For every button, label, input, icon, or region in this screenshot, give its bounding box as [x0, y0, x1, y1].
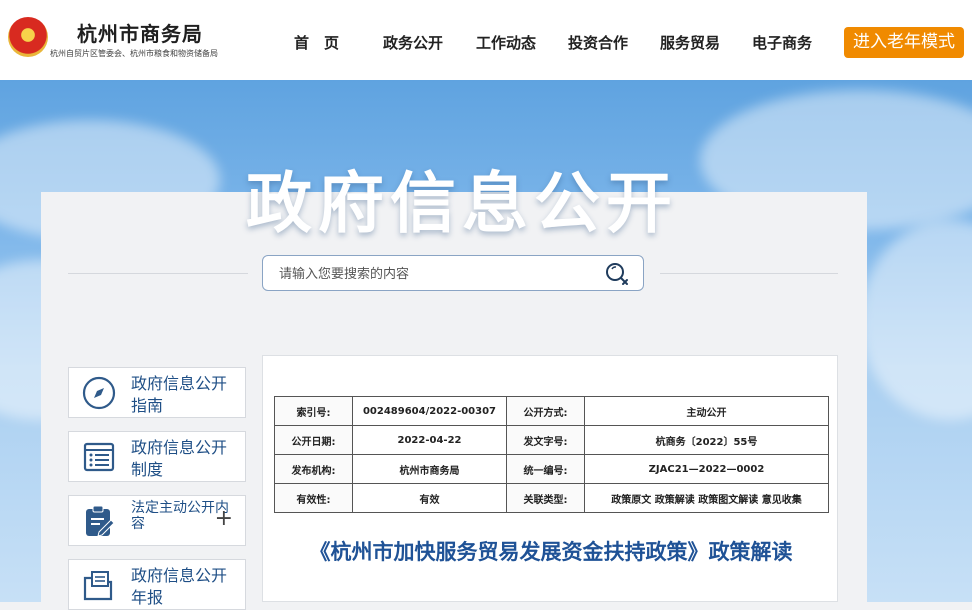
sidebar-item-label: 政府信息公开制度	[131, 438, 228, 479]
meta-key: 发布机构:	[274, 454, 353, 484]
meta-value: 杭州市商务局	[352, 454, 507, 484]
sidebar-item-label: 政府信息公开指南	[131, 374, 228, 415]
meta-value: 杭商务〔2022〕55号	[584, 425, 829, 455]
sidebar-item-annual-report[interactable]: 政府信息公开年报	[68, 559, 246, 610]
site-name[interactable]: 杭州市商务局	[77, 18, 203, 47]
page-title: 政府信息公开	[246, 165, 678, 242]
compass-icon	[82, 376, 116, 410]
table-row: 发布机构: 杭州市商务局 统一编号: ZJAC21—2022—0002	[274, 454, 829, 484]
divider-right	[660, 273, 838, 274]
nav-work-news[interactable]: 工作动态	[476, 32, 536, 53]
sidebar-item-system[interactable]: 政府信息公开制度	[68, 431, 246, 482]
meta-key: 公开方式:	[506, 396, 585, 426]
document-title: 《杭州市加快服务贸易发展资金扶持政策》政策解读	[309, 540, 793, 564]
divider-left	[68, 273, 248, 274]
search-box	[262, 255, 644, 291]
search-icon[interactable]	[603, 260, 633, 288]
table-row: 有效性: 有效 关联类型: 政策原文 政策解读 政策图文解读 意见收集	[274, 483, 829, 513]
meta-value: 002489604/2022-00307	[352, 396, 507, 426]
table-row: 公开日期: 2022-04-22 发文字号: 杭商务〔2022〕55号	[274, 425, 829, 455]
nav-government-affairs[interactable]: 政务公开	[383, 32, 443, 53]
list-document-icon	[82, 440, 116, 474]
site-subtitle: 杭州自贸片区管委会、杭州市粮食和物资储备局	[50, 49, 218, 58]
meta-value: 主动公开	[584, 396, 829, 426]
document-meta-table: 索引号: 002489604/2022-00307 公开方式: 主动公开 公开日…	[274, 396, 829, 513]
meta-value: 有效	[352, 483, 507, 513]
meta-key: 有效性:	[274, 483, 353, 513]
meta-key: 公开日期:	[274, 425, 353, 455]
nav-service-trade[interactable]: 服务贸易	[660, 32, 720, 53]
expand-plus-icon[interactable]: +	[215, 508, 233, 530]
national-emblem-icon	[8, 17, 48, 57]
meta-value: ZJAC21—2022—0002	[584, 454, 829, 484]
sidebar-item-label: 政府信息公开年报	[131, 566, 228, 607]
search-input[interactable]	[277, 264, 581, 284]
sidebar-item-statutory[interactable]: 法定主动公开内容 +	[68, 495, 246, 546]
elder-mode-button[interactable]: 进入老年模式	[844, 27, 964, 58]
nav-home[interactable]: 首 页	[294, 32, 339, 53]
meta-value: 2022-04-22	[352, 425, 507, 455]
table-row: 索引号: 002489604/2022-00307 公开方式: 主动公开	[274, 396, 829, 426]
site-header: 杭州市商务局 杭州自贸片区管委会、杭州市粮食和物资储备局 首 页 政务公开 工作…	[0, 0, 972, 80]
document-panel: 索引号: 002489604/2022-00307 公开方式: 主动公开 公开日…	[262, 355, 838, 602]
folder-document-icon	[82, 568, 116, 602]
nav-e-commerce[interactable]: 电子商务	[752, 32, 812, 53]
meta-key: 统一编号:	[506, 454, 585, 484]
meta-key: 关联类型:	[506, 483, 585, 513]
sidebar-item-guide[interactable]: 政府信息公开指南	[68, 367, 246, 418]
nav-investment[interactable]: 投资合作	[568, 32, 628, 53]
meta-key: 发文字号:	[506, 425, 585, 455]
clipboard-edit-icon	[82, 504, 116, 538]
meta-key: 索引号:	[274, 396, 353, 426]
meta-value-related-links[interactable]: 政策原文 政策解读 政策图文解读 意见收集	[584, 483, 829, 513]
